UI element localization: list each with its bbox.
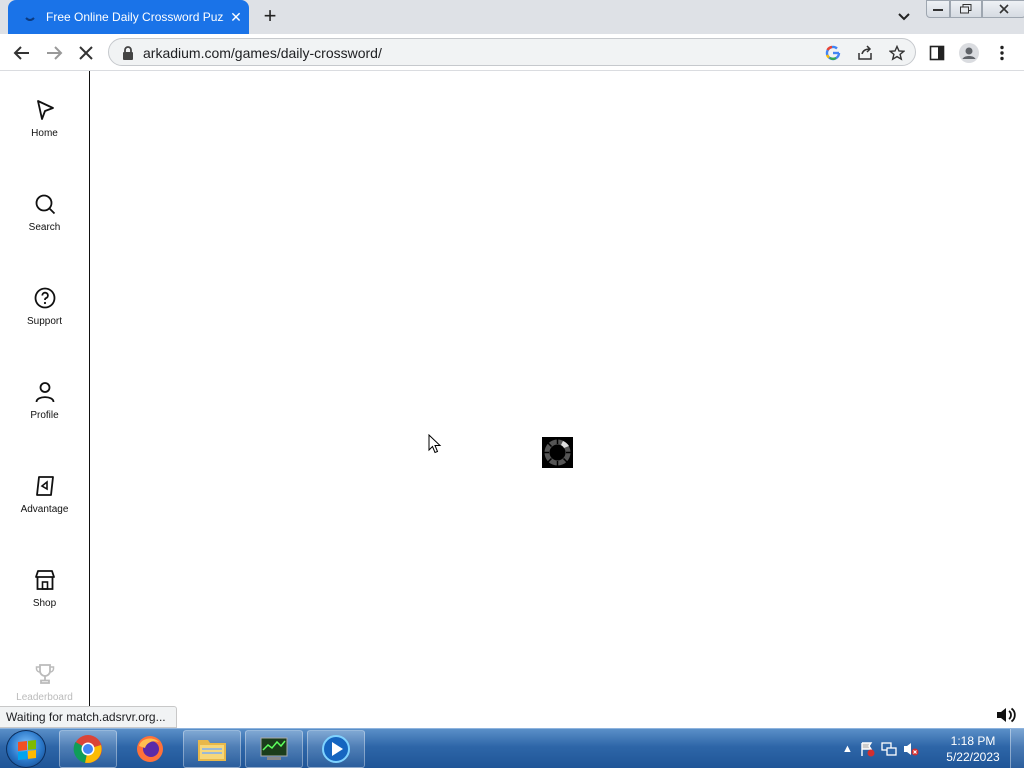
system-tray: ▲ — [842, 737, 919, 761]
tab-close-icon[interactable]: ✕ — [226, 9, 246, 26]
help-icon — [34, 287, 55, 309]
browser-toolbar: arkadium.com/games/daily-crossword/ — [0, 34, 1024, 71]
sidebar-item-label: Profile — [30, 410, 59, 421]
page-content: Home Search Support Profile Advantage Sh… — [0, 71, 1024, 728]
sidebar-item-label: Home — [31, 128, 58, 139]
clock-time: 1:18 PM — [950, 734, 996, 748]
windows-taskbar: ▲ 1:18 PM 5/22/2023 — [0, 728, 1024, 769]
browser-menu-icon[interactable] — [991, 42, 1013, 64]
windows-logo-icon — [18, 740, 36, 760]
sidebar-item-advantage[interactable]: Advantage — [0, 474, 89, 534]
taskbar-chrome[interactable] — [59, 730, 117, 768]
show-desktop-button[interactable] — [1010, 729, 1024, 769]
sidebar-item-label: Leaderboard — [16, 692, 73, 703]
taskbar-file-explorer[interactable] — [183, 730, 241, 768]
address-bar[interactable]: arkadium.com/games/daily-crossword/ — [108, 38, 916, 66]
home-icon — [36, 100, 54, 120]
close-window-button[interactable] — [982, 0, 1024, 18]
sidebar-item-search[interactable]: Search — [0, 192, 89, 252]
google-lens-icon[interactable] — [823, 43, 843, 63]
sidebar-item-profile[interactable]: Profile — [0, 380, 89, 440]
show-hidden-icons-icon[interactable]: ▲ — [842, 743, 853, 755]
taskbar-media-player[interactable] — [307, 730, 365, 768]
restore-button[interactable] — [950, 0, 982, 18]
sidebar-item-home[interactable]: Home — [0, 98, 89, 158]
folder-icon — [198, 740, 226, 761]
shop-icon — [34, 570, 55, 590]
status-bar: Waiting for match.adsrvr.org... — [0, 706, 177, 728]
monitor-app-icon — [260, 737, 288, 760]
tab-title: Free Online Daily Crossword Puzzle — [46, 10, 224, 24]
action-center-flag-icon[interactable] — [859, 741, 875, 757]
chrome-icon — [73, 735, 102, 763]
sidebar-item-support[interactable]: Support — [0, 286, 89, 346]
sidebar-nav: Home Search Support Profile Advantage Sh… — [0, 71, 90, 728]
volume-muted-icon[interactable] — [903, 741, 919, 757]
share-icon[interactable] — [855, 43, 875, 63]
sidebar-item-label: Support — [26, 316, 63, 327]
profile-avatar-icon[interactable] — [958, 42, 980, 64]
url-text[interactable]: arkadium.com/games/daily-crossword/ — [143, 45, 382, 61]
tab-favicon-icon — [22, 9, 38, 25]
browser-tab-active[interactable]: Free Online Daily Crossword Puzzle ✕ — [8, 0, 249, 34]
trophy-icon — [35, 664, 54, 684]
back-button[interactable] — [9, 40, 35, 66]
profile-icon — [35, 382, 54, 403]
window-controls — [926, 0, 1024, 18]
forward-button[interactable] — [41, 40, 67, 66]
stop-loading-button[interactable] — [73, 40, 99, 66]
network-icon[interactable] — [881, 741, 897, 757]
sidebar-item-label: Shop — [32, 598, 57, 609]
sidebar-item-label: Advantage — [20, 504, 69, 515]
advantage-icon — [35, 476, 54, 496]
clock-date: 5/22/2023 — [946, 750, 1000, 764]
start-button[interactable] — [6, 730, 46, 768]
firefox-icon — [137, 736, 163, 762]
side-panel-icon[interactable] — [926, 42, 948, 64]
taskbar-clock[interactable]: 1:18 PM 5/22/2023 — [940, 733, 1006, 765]
tab-search-chevron-icon[interactable] — [894, 8, 914, 26]
taskbar-firefox[interactable] — [121, 730, 179, 768]
minimize-button[interactable] — [926, 0, 950, 18]
play-icon — [322, 735, 350, 763]
mouse-cursor-icon — [428, 433, 442, 454]
taskbar-system-monitor[interactable] — [245, 730, 303, 768]
sidebar-item-shop[interactable]: Shop — [0, 568, 89, 628]
search-icon — [35, 194, 55, 215]
new-tab-button[interactable]: + — [258, 5, 282, 28]
lock-icon[interactable] — [121, 45, 135, 61]
bookmark-star-icon[interactable] — [887, 43, 907, 63]
loading-spinner-icon — [542, 437, 573, 468]
tab-strip: Free Online Daily Crossword Puzzle ✕ + — [0, 0, 1024, 34]
sidebar-item-label: Search — [28, 222, 61, 233]
sound-toggle-icon[interactable] — [996, 706, 1016, 724]
